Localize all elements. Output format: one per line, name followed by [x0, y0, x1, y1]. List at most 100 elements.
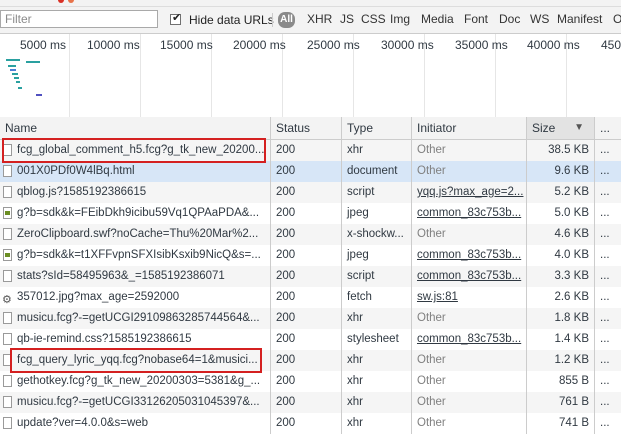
type-filter-doc[interactable]: Doc: [499, 12, 520, 26]
timeline-gridline: [69, 34, 70, 117]
cell-size-text: 4.0 KB: [554, 249, 589, 261]
cell-status-text: 200: [276, 333, 296, 345]
column-header-initiator[interactable]: Initiator: [412, 117, 527, 139]
column-header-time[interactable]: ...: [595, 117, 621, 139]
cell-initiator-text[interactable]: yqq.js?max_age=2...: [417, 186, 523, 198]
cell-size-text: 741 B: [558, 417, 589, 429]
timeline-tick: 10000 ms: [87, 38, 140, 52]
cell-type: xhr: [342, 371, 412, 392]
cell-size-text: 855 B: [558, 375, 589, 387]
cell-name[interactable]: 001X0PDf0W4lBq.html: [0, 161, 271, 182]
table-row[interactable]: g?b=sdk&k=t1XFFvpnSFXIsibKsxib9NicQ&s=..…: [0, 245, 621, 266]
cell-initiator-text[interactable]: common_83c753b...: [417, 270, 521, 282]
cell-size-text: 5.2 KB: [554, 186, 589, 198]
file-icon: [3, 312, 12, 324]
table-row[interactable]: gethotkey.fcg?g_tk_new_20200303=5381&g_.…: [0, 371, 621, 392]
file-icon: [3, 186, 12, 198]
table-row[interactable]: fcg_query_lyric_yqq.fcg?nobase64=1&music…: [0, 350, 621, 371]
cell-initiator: Other: [412, 308, 527, 329]
type-filter-media[interactable]: Media: [421, 12, 454, 26]
column-header-size[interactable]: Size ▼: [527, 117, 595, 139]
cell-initiator-text: Other: [417, 396, 446, 408]
table-row[interactable]: ZeroClipboard.swf?noCache=Thu%20Mar%2...…: [0, 224, 621, 245]
cell-status-text: 200: [276, 207, 296, 219]
cell-initiator: Other: [412, 224, 527, 245]
cell-name[interactable]: update?ver=4.0.0&s=web: [0, 413, 271, 434]
cell-status-text: 200: [276, 375, 296, 387]
table-row[interactable]: musicu.fcg?-=getUCGI29109863285744564&..…: [0, 308, 621, 329]
cell-name[interactable]: ZeroClipboard.swf?noCache=Thu%20Mar%2...: [0, 224, 271, 245]
cell-type-text: xhr: [347, 312, 363, 324]
cell-name[interactable]: qb-ie-remind.css?1585192386615: [0, 329, 271, 350]
cell-name[interactable]: musicu.fcg?-=getUCGI29109863285744564&..…: [0, 308, 271, 329]
cell-initiator-text[interactable]: common_83c753b...: [417, 333, 521, 345]
cell-type: stylesheet: [342, 329, 412, 350]
type-filter-manifest[interactable]: Manifest: [557, 12, 602, 26]
type-filter-js[interactable]: JS: [340, 12, 354, 26]
column-header-type[interactable]: Type: [342, 117, 412, 139]
type-filter-other[interactable]: O: [613, 12, 621, 26]
cell-name[interactable]: fcg_query_lyric_yqq.fcg?nobase64=1&music…: [0, 350, 271, 371]
cell-time: ...: [595, 392, 621, 413]
table-row[interactable]: qb-ie-remind.css?1585192386615 200 stylesh…: [0, 329, 621, 350]
cell-size: 38.5 KB: [527, 140, 595, 161]
cell-name[interactable]: ⚙ 357012.jpg?max_age=2592000: [0, 287, 271, 308]
cell-initiator-text[interactable]: sw.js:81: [417, 291, 458, 303]
type-filter-ws[interactable]: WS: [530, 12, 549, 26]
timeline-request-bar: [8, 65, 16, 67]
cell-name[interactable]: g?b=sdk&k=t1XFFvpnSFXIsibKsxib9NicQ&s=..…: [0, 245, 271, 266]
cell-initiator: Other: [412, 140, 527, 161]
table-row[interactable]: update?ver=4.0.0&s=web 200 xhr Other 741 B..…: [0, 413, 621, 434]
cell-initiator-text[interactable]: common_83c753b...: [417, 249, 521, 261]
table-row[interactable]: fcg_global_comment_h5.fcg?g_tk_new_20200…: [0, 140, 621, 161]
column-header-name[interactable]: Name: [0, 117, 271, 139]
filter-input[interactable]: [0, 10, 158, 28]
type-filter-xhr[interactable]: XHR: [307, 12, 332, 26]
cell-name[interactable]: stats?sId=58495963&_=1585192386071: [0, 266, 271, 287]
clear-dot-icon: [68, 0, 74, 3]
cell-time-text: ...: [600, 207, 610, 219]
type-filter-font[interactable]: Font: [464, 12, 488, 26]
cell-time: ...: [595, 413, 621, 434]
file-icon: [3, 333, 12, 345]
table-row[interactable]: 001X0PDf0W4lBq.html 200 document Other 9.6 K…: [0, 161, 621, 182]
timeline-request-bar: [16, 81, 20, 83]
file-icon: [3, 396, 12, 408]
type-filter-css[interactable]: CSS: [361, 12, 386, 26]
cell-name[interactable]: g?b=sdk&k=FEibDkh9icibu59Vq1QPAaPDA&...: [0, 203, 271, 224]
timeline-request-bar: [12, 73, 18, 75]
cell-name[interactable]: qblog.js?1585192386615: [0, 182, 271, 203]
table-row[interactable]: stats?sId=58495963&_=1585192386071 200 scr…: [0, 266, 621, 287]
cell-type-text: script: [347, 186, 375, 198]
cell-status: 200: [271, 329, 342, 350]
cell-name[interactable]: gethotkey.fcg?g_tk_new_20200303=5381&g_.…: [0, 371, 271, 392]
cell-time-text: ...: [600, 291, 610, 303]
cell-status-text: 200: [276, 291, 296, 303]
network-overview-timeline[interactable]: 5000 ms 10000 ms 15000 ms 20000 ms 25000…: [0, 34, 621, 118]
table-row[interactable]: g?b=sdk&k=FEibDkh9icibu59Vq1QPAaPDA&... 2…: [0, 203, 621, 224]
cell-name[interactable]: fcg_global_comment_h5.fcg?g_tk_new_20200…: [0, 140, 271, 161]
cell-type-text: fetch: [347, 291, 372, 303]
cell-initiator-text[interactable]: common_83c753b...: [417, 207, 521, 219]
cell-time: ...: [595, 287, 621, 308]
cell-size: 5.0 KB: [527, 203, 595, 224]
cell-size: 5.2 KB: [527, 182, 595, 203]
cell-status: 200: [271, 371, 342, 392]
cell-initiator: common_83c753b...: [412, 203, 527, 224]
table-row[interactable]: musicu.fcg?-=getUCGI33126205031045397&..…: [0, 392, 621, 413]
table-row[interactable]: qblog.js?1585192386615 200 script yqq.js?ma…: [0, 182, 621, 203]
table-row[interactable]: ⚙ 357012.jpg?max_age=2592000 200 fetch sw.js…: [0, 287, 621, 308]
type-filter-img[interactable]: Img: [390, 12, 410, 26]
cell-size: 1.8 KB: [527, 308, 595, 329]
cell-type-text: xhr: [347, 396, 363, 408]
timeline-gridline: [140, 34, 141, 117]
cell-name[interactable]: musicu.fcg?-=getUCGI33126205031045397&..…: [0, 392, 271, 413]
hide-data-urls-checkbox[interactable]: ✔: [170, 12, 181, 25]
cell-status: 200: [271, 182, 342, 203]
cell-status-text: 200: [276, 270, 296, 282]
type-filter-all[interactable]: All: [278, 12, 295, 28]
cell-type-text: xhr: [347, 144, 363, 156]
column-header-status[interactable]: Status: [271, 117, 342, 139]
cell-time-text: ...: [600, 228, 610, 240]
cell-status: 200: [271, 266, 342, 287]
